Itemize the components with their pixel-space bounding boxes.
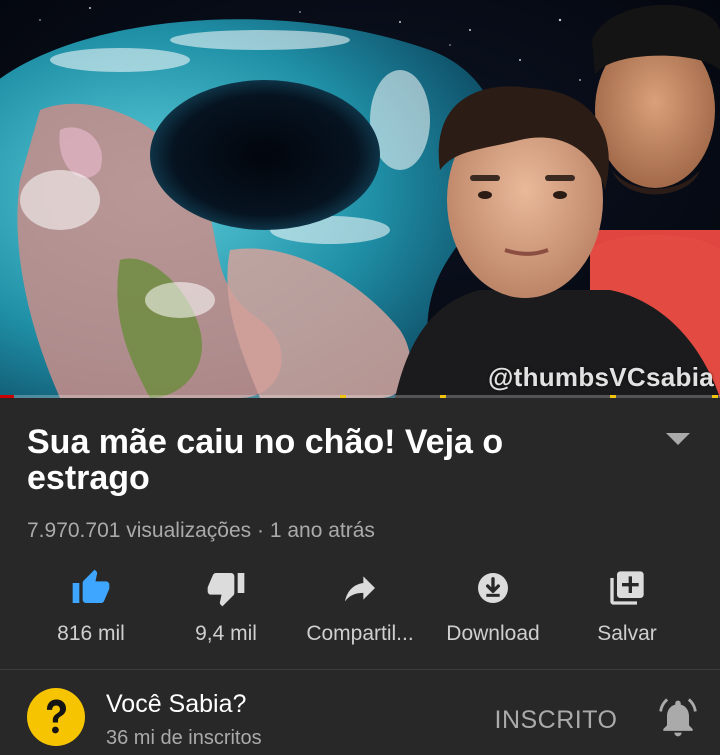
action-bar: 816 mil 9,4 mil Compartil... Download Sa… [0,566,720,656]
video-title[interactable]: Sua mãe caiu no chão! Veja o estrago [27,424,627,496]
thumbs-down-icon [207,573,245,607]
video-player[interactable]: @thumbsVCsabia [0,0,720,398]
progress-fill [0,395,15,398]
channel-watermark: @thumbsVCsabia [487,362,714,392]
download-icon [478,573,508,603]
channel-name[interactable]: Você Sabia? [106,690,246,719]
save-button[interactable]: Salvar [557,566,697,656]
bell-icon[interactable] [656,696,700,740]
meta-separator: · [257,519,264,542]
like-button[interactable]: 816 mil [21,566,161,656]
subscriber-count: 36 mi de inscritos [106,727,262,749]
share-icon [345,576,375,602]
thumbs-up-icon [72,569,110,603]
download-button[interactable]: Download [423,566,563,656]
save-playlist-icon [610,571,644,605]
chapter-marker [340,395,346,398]
chapter-marker [440,395,446,398]
chapter-marker [712,395,718,398]
channel-avatar[interactable] [27,688,85,746]
dislike-button[interactable]: 9,4 mil [156,566,296,656]
chapter-marker [610,395,616,398]
upload-age: 1 ano atrás [269,519,375,542]
view-count: 7.970.701 visualizações [27,519,252,542]
section-divider [0,669,720,670]
share-button[interactable]: Compartil... [290,566,430,656]
expand-description-icon[interactable] [666,433,690,445]
thumbnail-image [0,0,720,398]
like-count: 816 mil [57,622,125,645]
save-label: Salvar [597,622,657,645]
share-label: Compartil... [306,622,414,645]
subscribed-button[interactable]: INSCRITO [478,700,634,740]
dislike-count: 9,4 mil [195,622,257,645]
download-label: Download [446,622,540,645]
video-meta: 7.970.701 visualizações · 1 ano atrás [27,519,375,543]
progress-bar[interactable] [0,395,720,398]
